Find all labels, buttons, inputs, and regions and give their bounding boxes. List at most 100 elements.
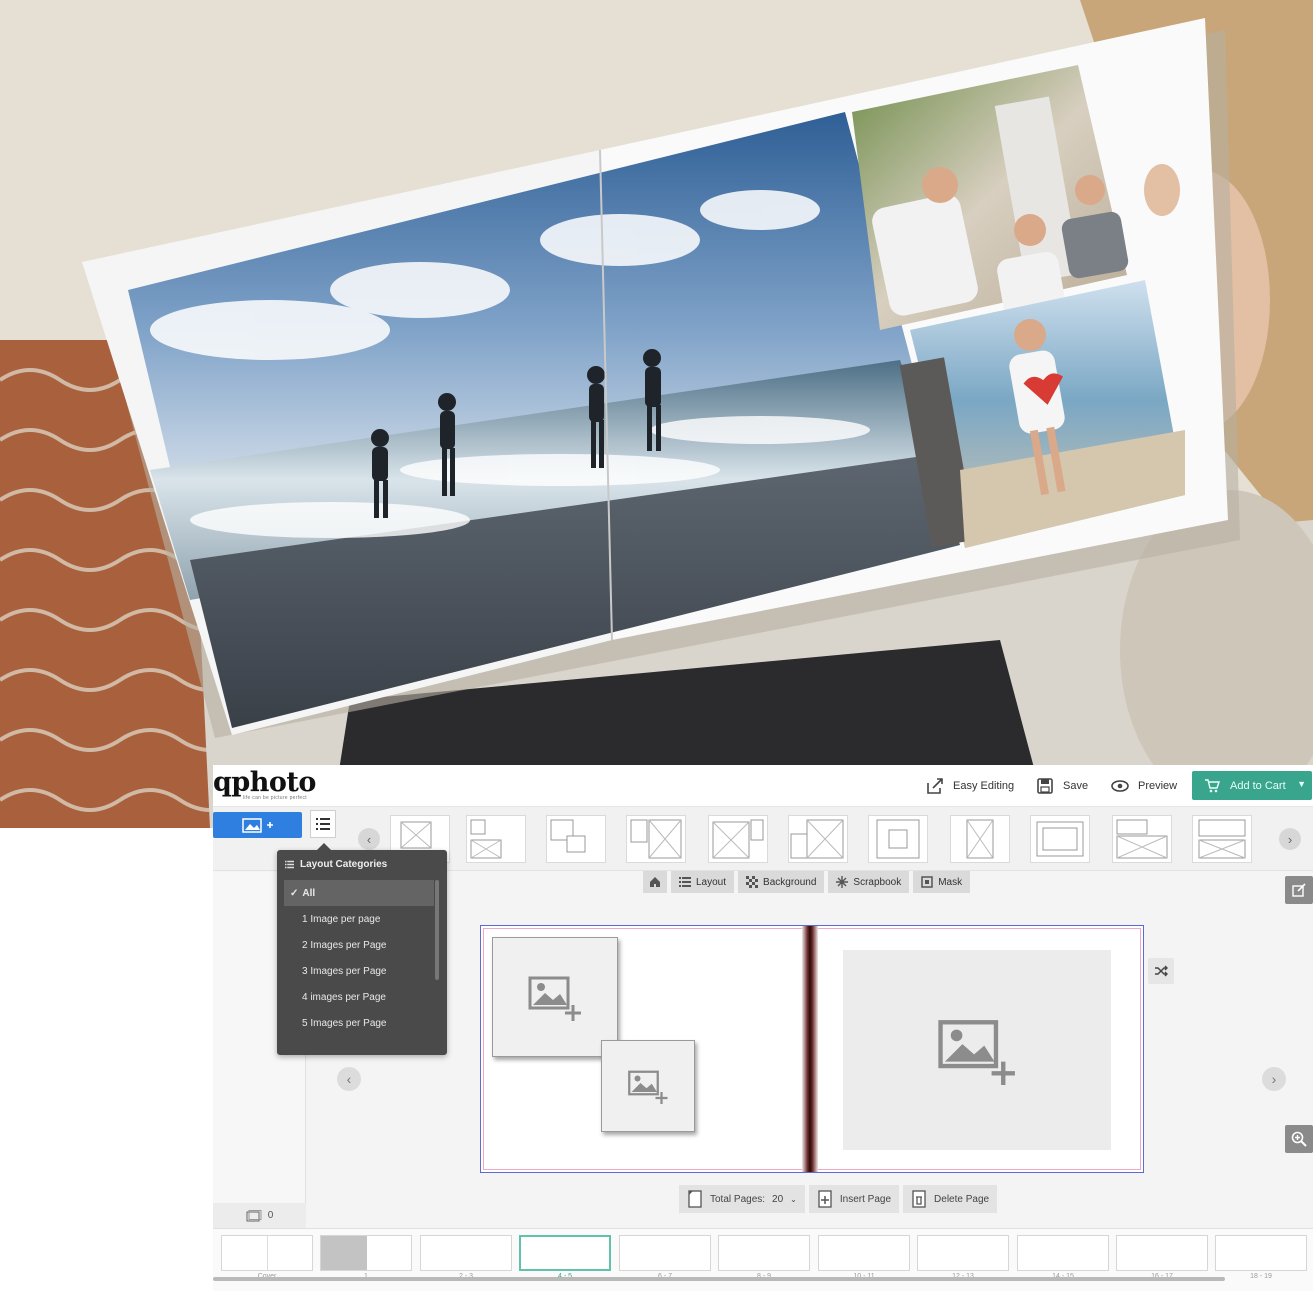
layout-preview-icon	[550, 819, 586, 853]
layout-preview-icon	[1198, 819, 1246, 859]
add-image-icon	[628, 1070, 668, 1104]
easy-editing-button[interactable]: Easy Editing	[925, 775, 1014, 797]
delete-page-button[interactable]: Delete Page	[903, 1185, 998, 1213]
page-thumb[interactable]	[917, 1235, 1009, 1271]
category-3-images[interactable]: 3 Images per Page	[284, 958, 434, 984]
caret-down-icon[interactable]: ▼	[1297, 779, 1306, 789]
total-pages-value: 20	[772, 1193, 784, 1205]
layout-option[interactable]	[788, 815, 848, 863]
layout-option[interactable]	[950, 815, 1010, 863]
layout-option[interactable]	[1192, 815, 1252, 863]
thumb-blank-page	[321, 1236, 367, 1270]
total-pages-select[interactable]: Total Pages: 20 ⌄	[679, 1185, 805, 1213]
page-thumbnails: Cover 1 2 - 3 4 - 5 6 - 7 8 - 9 10 - 11 …	[213, 1228, 1313, 1291]
insert-page-icon	[818, 1190, 832, 1208]
page-thumb[interactable]	[320, 1235, 412, 1271]
page-thumb-active[interactable]	[519, 1235, 611, 1271]
layout-categories-toggle[interactable]	[310, 810, 336, 838]
page-thumb[interactable]	[1116, 1235, 1208, 1271]
chevron-down-icon: ⌄	[790, 1194, 797, 1204]
tab-mask-label: Mask	[938, 876, 963, 888]
layout-preview-icon	[876, 819, 920, 859]
category-2-images[interactable]: 2 Images per Page	[284, 932, 434, 958]
tab-layout[interactable]: Layout	[671, 871, 735, 893]
layout-option[interactable]	[546, 815, 606, 863]
layout-option[interactable]	[626, 815, 686, 863]
prev-spread-arrow[interactable]: ‹	[337, 1067, 361, 1091]
category-label: All	[302, 887, 316, 899]
photo-count-value: 0	[267, 1210, 274, 1221]
tab-mask[interactable]: Mask	[913, 871, 971, 893]
layout-preview-icon	[1116, 819, 1168, 859]
page-thumb[interactable]	[818, 1235, 910, 1271]
add-photos-button[interactable]	[213, 812, 302, 838]
image-placeholder[interactable]	[601, 1040, 695, 1132]
app-logo[interactable]: qphoto	[213, 767, 316, 798]
category-4-images[interactable]: 4 images per Page	[284, 984, 434, 1010]
tab-scrapbook-label: Scrapbook	[853, 876, 902, 888]
category-all[interactable]: ✓ All	[284, 880, 434, 906]
photo-count: 0	[213, 1203, 306, 1228]
layout-option[interactable]	[868, 815, 928, 863]
zoom-button[interactable]	[1285, 1125, 1313, 1153]
add-to-cart-button[interactable]: Add to Cart ▼	[1192, 771, 1312, 800]
layout-option[interactable]	[1112, 815, 1172, 863]
layout-option[interactable]	[466, 815, 526, 863]
thumbnails-scrollbar[interactable]	[213, 1277, 1225, 1281]
layouts-prev-arrow[interactable]: ‹	[358, 828, 380, 850]
page-icon	[688, 1190, 702, 1208]
home-button[interactable]	[643, 871, 667, 893]
layout-preview-icon	[712, 819, 764, 859]
easy-editing-label: Easy Editing	[953, 780, 1015, 792]
page-thumb[interactable]	[1215, 1235, 1307, 1271]
layout-option[interactable]	[708, 815, 768, 863]
category-5-images[interactable]: 5 Images per Page	[284, 1010, 434, 1036]
image-placeholder[interactable]	[492, 937, 618, 1057]
logo-tagline: life can be picture perfect	[243, 795, 307, 801]
category-label: 5 Images per Page	[302, 1017, 387, 1029]
page-thumb[interactable]	[1017, 1235, 1109, 1271]
list-icon	[316, 818, 330, 830]
category-1-image[interactable]: 1 Image per page	[284, 906, 434, 932]
layout-option[interactable]	[1030, 815, 1090, 863]
image-placeholder[interactable]	[843, 950, 1111, 1150]
dropdown-scrollbar[interactable]	[435, 880, 439, 980]
layouts-next-arrow[interactable]: ›	[1279, 828, 1301, 850]
add-image-icon	[938, 1020, 1015, 1085]
shuffle-layout-button[interactable]	[1148, 958, 1174, 984]
page-thumb[interactable]	[718, 1235, 810, 1271]
page-thumb[interactable]	[619, 1235, 711, 1271]
home-icon	[650, 877, 660, 887]
delete-page-icon	[912, 1190, 926, 1208]
cart-icon	[1205, 778, 1220, 792]
category-label: 1 Image per page	[302, 913, 381, 925]
delete-page-label: Delete Page	[934, 1193, 990, 1205]
tab-background[interactable]: Background	[738, 871, 825, 893]
scrapbook-icon	[836, 876, 849, 888]
page-spread	[480, 925, 1144, 1173]
next-spread-arrow[interactable]: ›	[1262, 1067, 1286, 1091]
category-label: 3 Images per Page	[302, 965, 387, 977]
shuffle-icon	[1155, 965, 1168, 977]
dropdown-title-label: Layout Categories	[300, 859, 388, 870]
photobook-illustration	[0, 0, 1313, 828]
insert-page-label: Insert Page	[839, 1193, 892, 1205]
save-button[interactable]: Save	[1035, 775, 1088, 797]
background-icon	[746, 876, 759, 888]
layout-icon	[679, 877, 691, 887]
add-to-cart-label: Add to Cart	[1230, 779, 1286, 792]
tab-layout-label: Layout	[696, 876, 727, 888]
check-icon: ✓	[290, 887, 299, 899]
category-label: 2 Images per Page	[302, 939, 387, 951]
dropdown-title: Layout Categories	[285, 859, 387, 870]
page-thumb-cover[interactable]	[221, 1235, 313, 1271]
layout-preview-icon	[1036, 821, 1084, 857]
page-thumb[interactable]	[420, 1235, 512, 1271]
photos-icon	[246, 1209, 262, 1221]
hero-photo	[0, 0, 1313, 828]
tab-scrapbook[interactable]: Scrapbook	[828, 871, 910, 893]
preview-button[interactable]: Preview	[1110, 775, 1177, 797]
layout-categories-dropdown: Layout Categories ✓ All 1 Image per page …	[277, 843, 447, 1055]
edit-tool-button[interactable]	[1285, 876, 1313, 904]
insert-page-button[interactable]: Insert Page	[808, 1185, 900, 1213]
